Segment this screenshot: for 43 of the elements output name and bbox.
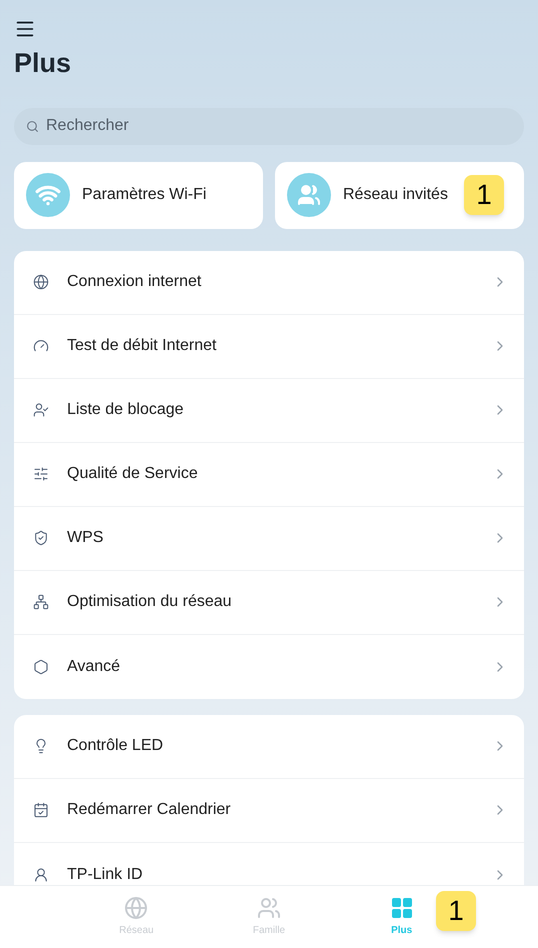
menu-item-label: Contrôle LED [67,736,164,756]
menu-item[interactable]: Connexion internet [14,250,524,314]
shortcut-card[interactable]: Réseau invités 1 [275,162,524,228]
menu-item[interactable]: Avancé [14,634,524,698]
user-check-icon [33,402,49,418]
menu-item[interactable]: WPS [14,506,524,570]
menu-item[interactable]: Test de débit Internet [14,314,524,378]
people-icon [287,173,331,217]
search-icon [26,120,39,132]
menu-item-label: WPS [67,528,104,548]
sliders-icon [33,466,49,482]
page-title: Plus [14,47,72,80]
menu-item[interactable]: Redémarrer Calendrier [14,778,524,842]
shield-icon [33,530,49,546]
menu-item-label: TP-Link ID [67,864,144,884]
menu-item-label: Connexion internet [67,272,202,292]
menu-item-label: Redémarrer Calendrier [67,800,232,820]
gauge-icon [33,338,49,354]
menu-item-label: Liste de blocage [67,400,185,420]
menu-item-label: Test de débit Internet [67,336,218,356]
people-icon [256,896,281,920]
menu-item-label: Optimisation du réseau [67,592,233,612]
network-icon [33,594,49,610]
calendar-icon [33,802,49,818]
wifi-icon [26,173,70,217]
hexagon-icon [33,658,49,674]
grid-icon [390,896,414,920]
menu-item-label: Avancé [67,656,122,676]
globe-icon [124,896,148,920]
count-badge: 1 [436,891,476,931]
menu-item-label: Qualité de Service [67,464,199,484]
menu-item[interactable]: Optimisation du réseau [14,570,524,634]
count-badge: 1 [464,175,504,215]
search-field[interactable]: Rechercher [14,108,524,144]
globe-icon [33,274,49,290]
shortcut-label: Paramètres Wi-Fi [82,185,206,205]
menu-item[interactable]: Liste de blocage [14,378,524,442]
menu-item[interactable]: Qualité de Service [14,442,524,506]
menu-item[interactable]: TP-Link ID [14,842,524,885]
shortcut-label: Réseau invités [343,185,448,205]
user-icon [33,866,49,882]
menu-item[interactable]: Contrôle LED [14,714,524,778]
shortcut-card[interactable]: Paramètres Wi-Fi [14,162,263,228]
